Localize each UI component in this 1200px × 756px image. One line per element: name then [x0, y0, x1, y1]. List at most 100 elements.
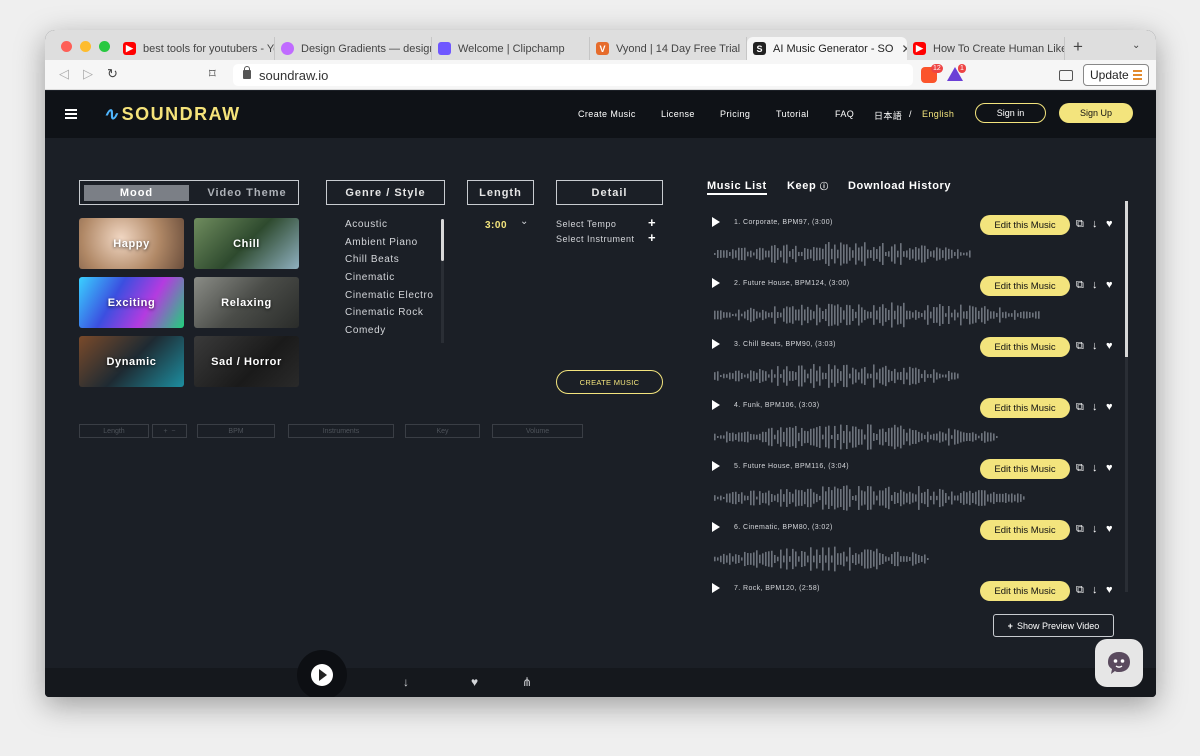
edit-this-music-button[interactable]: Edit this Music [980, 581, 1070, 601]
similar-icon[interactable]: ⧉ [1076, 218, 1084, 231]
nav-pricing[interactable]: Pricing [720, 109, 750, 119]
heart-icon[interactable]: ♥ [1106, 462, 1113, 474]
tab-download-history[interactable]: Download History [848, 180, 951, 192]
download-icon[interactable]: ↓ [1092, 279, 1098, 291]
mood-tile-relaxing[interactable]: Relaxing [194, 277, 299, 328]
genre-style-header[interactable]: Genre / Style [326, 180, 445, 205]
heart-icon[interactable]: ♥ [1106, 523, 1113, 535]
track-row[interactable]: 2. Future House, BPM124, (3:00) Edit this… [710, 276, 1120, 337]
new-tab-icon[interactable]: + [1073, 37, 1083, 57]
similar-icon[interactable]: ⧉ [1076, 279, 1084, 292]
music-list-scroll-thumb[interactable] [1125, 201, 1128, 357]
forward-icon[interactable]: ▷ [83, 66, 93, 82]
mood-tile-chill[interactable]: Chill [194, 218, 299, 269]
genre-item[interactable]: Cinematic Electro [345, 290, 434, 308]
browser-tab[interactable]: Design Gradients — designgr [275, 37, 432, 60]
track-row[interactable]: 7. Rock, BPM120, (2:58) Edit this Music ⧉ ↓… [710, 581, 1120, 601]
reload-icon[interactable]: ↻ [107, 66, 118, 82]
track-row[interactable]: 4. Funk, BPM106, (3:03) Edit this Music ⧉ ↓… [710, 398, 1120, 459]
detail-header[interactable]: Detail [556, 180, 663, 205]
keep-heart-icon[interactable]: ♥ [471, 675, 478, 689]
genre-item[interactable]: Cinematic [345, 272, 434, 290]
create-music-button[interactable]: CREATE MUSIC [556, 370, 663, 394]
mood-tile-happy[interactable]: Happy [79, 218, 184, 269]
track-row[interactable]: 3. Chill Beats, BPM90, (3:03) Edit this M… [710, 337, 1120, 398]
nav-license[interactable]: License [661, 109, 695, 119]
play-icon[interactable] [712, 278, 720, 288]
genre-item[interactable]: Chill Beats [345, 254, 434, 272]
mood-tile-sad-horror[interactable]: Sad / Horror [194, 336, 299, 387]
tab-keep[interactable]: Keep ⓘ [787, 180, 829, 192]
chat-widget-button[interactable] [1095, 639, 1143, 687]
similar-icon[interactable]: ⧉ [1076, 401, 1084, 414]
genre-item[interactable]: Acoustic [345, 219, 434, 237]
heart-icon[interactable]: ♥ [1106, 218, 1113, 230]
show-preview-video-button[interactable]: + Show Preview Video [993, 614, 1114, 637]
maximize-window-button[interactable] [99, 41, 110, 52]
track-row[interactable]: 5. Future House, BPM116, (3:04) Edit this… [710, 459, 1120, 520]
download-icon[interactable]: ↓ [1092, 218, 1098, 230]
nav-tutorial[interactable]: Tutorial [776, 109, 809, 119]
sign-in-button[interactable]: Sign in [975, 103, 1046, 123]
heart-icon[interactable]: ♥ [1106, 401, 1113, 413]
edit-this-music-button[interactable]: Edit this Music [980, 276, 1070, 296]
tab-mood[interactable]: Mood [84, 185, 189, 201]
download-icon[interactable]: ↓ [1092, 523, 1098, 535]
length-header[interactable]: Length [467, 180, 534, 205]
edit-this-music-button[interactable]: Edit this Music [980, 398, 1070, 418]
back-icon[interactable]: ◁ [59, 66, 69, 82]
mood-tile-exciting[interactable]: Exciting [79, 277, 184, 328]
url-field[interactable]: soundraw.io [233, 64, 913, 86]
heart-icon[interactable]: ♥ [1106, 584, 1113, 596]
close-window-button[interactable] [61, 41, 72, 52]
tab-music-list[interactable]: Music List [707, 180, 767, 195]
browser-tab[interactable]: V Vyond | 14 Day Free Trial [590, 37, 747, 60]
lang-english[interactable]: English [922, 109, 954, 119]
edit-this-music-button[interactable]: Edit this Music [980, 215, 1070, 235]
chevron-down-icon[interactable]: ⌄ [520, 216, 528, 227]
browser-tab-active[interactable]: S AI Music Generator - SO ✕ [747, 37, 907, 60]
tab-list-chevron-icon[interactable]: ⌄ [1132, 40, 1140, 51]
genre-item[interactable]: Comedy [345, 325, 434, 343]
browser-tab[interactable]: Welcome | Clipchamp [432, 37, 590, 60]
heart-icon[interactable]: ♥ [1106, 340, 1113, 352]
play-icon[interactable] [712, 339, 720, 349]
select-tempo[interactable]: Select Tempo [556, 219, 616, 229]
music-list-scrollbar[interactable] [1125, 201, 1128, 592]
download-icon[interactable]: ↓ [1092, 584, 1098, 596]
edit-this-music-button[interactable]: Edit this Music [980, 459, 1070, 479]
play-icon[interactable] [712, 522, 720, 532]
bookmark-icon[interactable]: ⌑ [209, 66, 216, 82]
download-icon[interactable]: ↓ [1092, 462, 1098, 474]
lang-japanese[interactable]: 日本語 [874, 109, 902, 122]
similar-icon[interactable]: ⧉ [1076, 584, 1084, 597]
waveform[interactable] [714, 300, 1040, 330]
download-icon[interactable]: ↓ [1092, 340, 1098, 352]
similar-icon[interactable]: ⧉ [1076, 523, 1084, 536]
sign-up-button[interactable]: Sign Up [1059, 103, 1133, 123]
heart-icon[interactable]: ♥ [1106, 279, 1113, 291]
hamburger-menu-icon[interactable] [65, 109, 77, 119]
tab-video-theme[interactable]: Video Theme [197, 185, 297, 201]
add-tempo-icon[interactable]: + [648, 215, 656, 230]
genre-item[interactable]: Ambient Piano [345, 237, 434, 255]
main-play-button[interactable] [297, 650, 347, 697]
edit-this-music-button[interactable]: Edit this Music [980, 520, 1070, 540]
download-icon[interactable]: ↓ [403, 675, 409, 689]
genre-scroll-thumb[interactable] [441, 219, 444, 261]
genre-item[interactable]: Cinematic Rock [345, 307, 434, 325]
play-icon[interactable] [712, 461, 720, 471]
similar-icon[interactable]: ⧉ [1076, 340, 1084, 353]
browser-tab[interactable]: ▶ How To Create Human Like V [907, 37, 1065, 60]
waveform[interactable] [714, 361, 959, 391]
length-value[interactable]: 3:00 [485, 220, 507, 231]
mood-tile-dynamic[interactable]: Dynamic [79, 336, 184, 387]
genre-scrollbar[interactable] [441, 219, 444, 343]
nav-faq[interactable]: FAQ [835, 109, 854, 119]
add-instrument-icon[interactable]: + [648, 230, 656, 245]
waveform[interactable] [714, 483, 1026, 513]
play-icon[interactable] [712, 583, 720, 593]
waveform[interactable] [714, 544, 930, 574]
share-icon[interactable]: ⋔ [522, 675, 532, 689]
wallet-icon[interactable] [1059, 70, 1073, 81]
